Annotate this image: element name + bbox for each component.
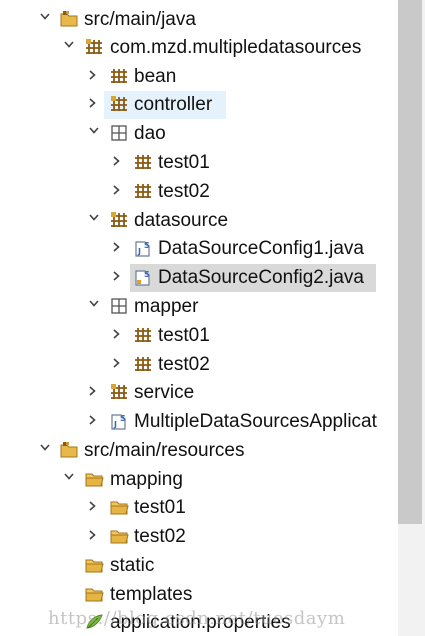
chevron-right-icon[interactable] (110, 324, 126, 344)
source-folder-icon (60, 441, 78, 459)
folder-icon (85, 556, 104, 574)
java-file-icon: SJ (110, 412, 128, 430)
svg-text:S: S (144, 241, 150, 250)
chevron-down-icon[interactable] (61, 36, 77, 56)
package-icon (110, 67, 128, 85)
tree-item-mapper-test02[interactable]: test02 (0, 351, 396, 379)
tree-item-dao-test02[interactable]: test02 (0, 178, 396, 206)
chevron-right-icon[interactable] (86, 496, 102, 516)
chevron-down-icon[interactable] (37, 439, 53, 459)
chevron-right-icon[interactable] (86, 381, 102, 401)
chevron-right-icon[interactable] (86, 93, 102, 113)
tree-item-label: com.mzd.multipledatasources (110, 37, 362, 58)
chevron-down-icon[interactable] (37, 8, 53, 28)
svg-text:S: S (120, 414, 126, 423)
tree-item-label: test02 (134, 526, 186, 547)
properties-file-icon (85, 613, 103, 631)
package-icon (134, 326, 152, 344)
vertical-scrollbar[interactable] (398, 0, 425, 636)
tree-item-label: src/main/java (84, 9, 196, 30)
tree-item-bean[interactable]: bean (0, 63, 396, 91)
java-file-icon: SJ (134, 239, 152, 257)
package-icon (110, 211, 128, 229)
tree-item-dao-test01[interactable]: test01 (0, 149, 396, 177)
package-icon (134, 355, 152, 373)
tree-item-datasourceconfig2[interactable]: S DataSourceConfig2.java (0, 264, 396, 292)
scrollbar-thumb[interactable] (398, 0, 422, 524)
chevron-right-icon[interactable] (110, 180, 126, 200)
tree-item-label: dao (134, 123, 166, 144)
tree-item-mapper-test01[interactable]: test01 (0, 322, 396, 350)
java-file-icon: S (134, 268, 152, 286)
chevron-down-icon[interactable] (86, 295, 102, 315)
tree-item-label: static (110, 555, 155, 576)
package-icon (110, 95, 128, 113)
tree-item-label: MultipleDataSourcesApplicat (134, 411, 377, 432)
tree-item-label: test01 (158, 152, 210, 173)
chevron-right-icon[interactable] (86, 525, 102, 545)
package-icon (85, 38, 103, 56)
tree-item-dao[interactable]: dao (0, 120, 396, 148)
chevron-right-icon[interactable] (110, 353, 126, 373)
folder-icon (85, 470, 104, 488)
folder-icon (110, 498, 129, 516)
tree-item-label: controller (134, 94, 213, 115)
tree-item-mapping-test01[interactable]: test01 (0, 494, 396, 522)
package-icon (110, 383, 128, 401)
source-folder-icon (60, 10, 78, 28)
chevron-right-icon[interactable] (110, 266, 126, 286)
tree-item-datasourceconfig1[interactable]: SJ DataSourceConfig1.java (0, 235, 396, 263)
tree-item-label: bean (134, 66, 177, 87)
tree-item-label: datasource (134, 210, 229, 231)
tree-item-label: service (134, 382, 195, 403)
svg-text:J: J (137, 247, 141, 256)
svg-text:J: J (113, 420, 117, 429)
folder-icon (110, 527, 129, 545)
tree-item-application-class[interactable]: SJ MultipleDataSourcesApplicat (0, 408, 396, 436)
tree-item-label: test02 (158, 181, 210, 202)
chevron-right-icon[interactable] (86, 410, 102, 430)
tree-item-label: test01 (134, 497, 186, 518)
empty-package-icon (110, 124, 128, 142)
chevron-down-icon[interactable] (86, 209, 102, 229)
tree-item-label: application.properties (110, 612, 291, 633)
project-explorer-tree: src/main/java com.mzd.multipledatasource… (0, 0, 396, 636)
package-icon (134, 182, 152, 200)
tree-item-mapping[interactable]: mapping (0, 466, 396, 494)
tree-item-static[interactable]: static (0, 552, 396, 580)
tree-item-label: src/main/resources (84, 440, 245, 461)
tree-item-label: DataSourceConfig1.java (158, 238, 364, 259)
chevron-down-icon[interactable] (86, 122, 102, 142)
svg-text:S: S (144, 270, 150, 279)
tree-item-controller[interactable]: controller (0, 91, 396, 119)
empty-package-icon (110, 297, 128, 315)
tree-item-label: test01 (158, 325, 210, 346)
tree-item-label: mapping (110, 469, 183, 490)
tree-item-package-root[interactable]: com.mzd.multipledatasources (0, 34, 396, 62)
tree-item-label: DataSourceConfig2.java (158, 267, 364, 288)
tree-item-mapping-test02[interactable]: test02 (0, 523, 396, 551)
chevron-right-icon[interactable] (86, 65, 102, 85)
tree-item-application-properties[interactable]: application.properties (0, 609, 396, 636)
tree-item-templates[interactable]: templates (0, 581, 396, 609)
package-icon (134, 153, 152, 171)
tree-item-datasource[interactable]: datasource (0, 207, 396, 235)
tree-item-label: templates (110, 584, 193, 605)
chevron-right-icon[interactable] (110, 151, 126, 171)
tree-item-mapper[interactable]: mapper (0, 293, 396, 321)
tree-item-src-main-java[interactable]: src/main/java (0, 6, 396, 34)
folder-icon (85, 585, 104, 603)
tree-item-label: mapper (134, 296, 199, 317)
tree-item-src-main-resources[interactable]: src/main/resources (0, 437, 396, 465)
tree-item-label: test02 (158, 354, 210, 375)
tree-item-service[interactable]: service (0, 379, 396, 407)
chevron-right-icon[interactable] (110, 237, 126, 257)
chevron-down-icon[interactable] (61, 468, 77, 488)
